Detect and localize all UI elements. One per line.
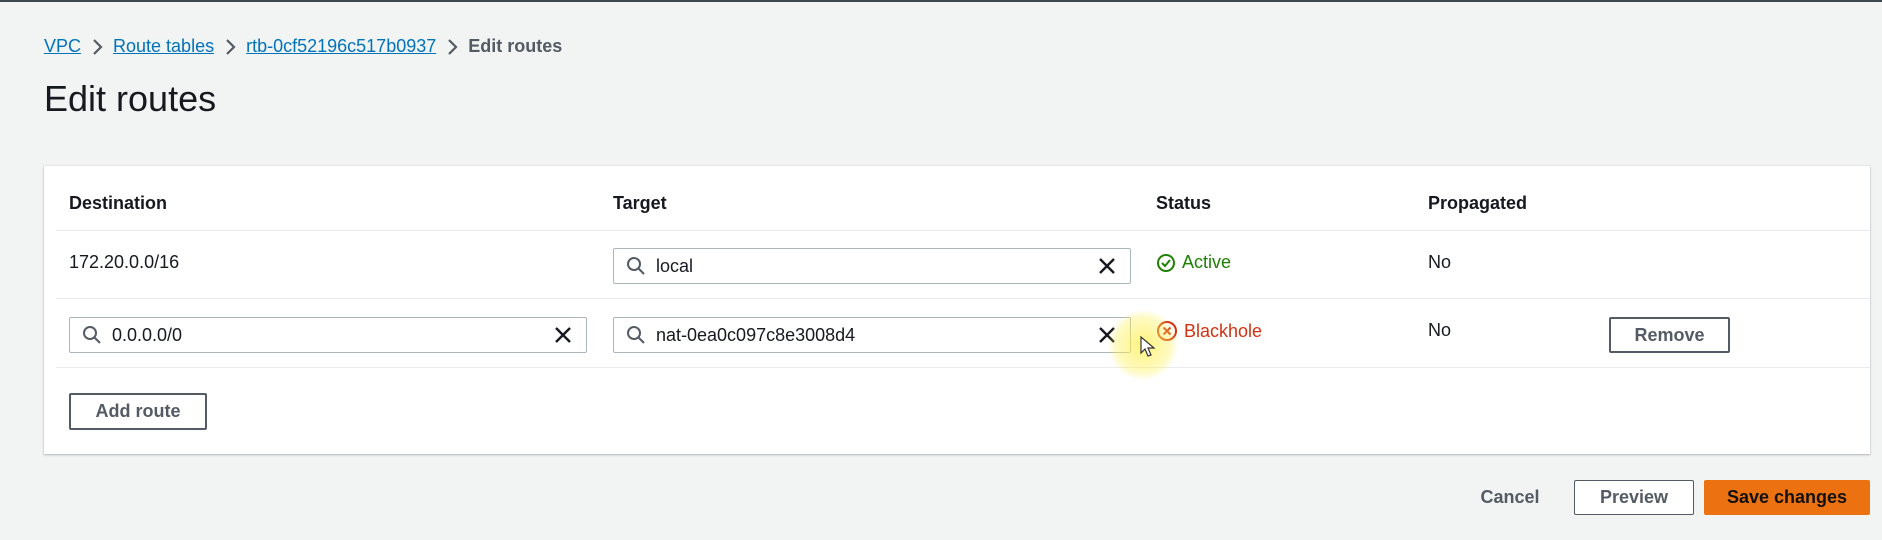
route-destination-1: 172.20.0.0/16 — [69, 252, 180, 272]
chevron-right-icon — [81, 38, 113, 56]
chevron-right-icon — [214, 38, 246, 56]
cancel-button[interactable]: Cancel — [1470, 480, 1550, 514]
status-badge-1: Active — [1156, 252, 1231, 273]
destination-value-2: 0.0.0.0/0 — [112, 324, 183, 345]
preview-button[interactable]: Preview — [1574, 480, 1694, 515]
routes-table: Destination Target Status Propagated 172… — [44, 166, 1870, 454]
header-status: Status — [1156, 193, 1212, 213]
status-active-icon — [1157, 253, 1175, 272]
target-value-2: nat-0ea0c097c8e3008d4 — [656, 324, 856, 345]
save-changes-button[interactable]: Save changes — [1704, 480, 1870, 515]
breadcrumb: VPC Route tables rtb-0cf52196c517b0937 E… — [44, 36, 562, 57]
propagated-value-1: No — [1428, 252, 1452, 272]
add-route-button[interactable]: Add route — [69, 393, 207, 430]
search-icon — [627, 257, 645, 275]
propagated-value-2: No — [1428, 320, 1452, 340]
target-value-1: local — [656, 255, 694, 276]
top-border — [0, 0, 1882, 2]
header-propagated: Propagated — [1428, 193, 1528, 213]
divider — [56, 230, 1870, 231]
page-title: Edit routes — [44, 78, 217, 119]
clear-icon[interactable] — [1096, 255, 1118, 277]
search-icon — [83, 326, 101, 344]
target-input-1[interactable]: local — [613, 248, 1131, 284]
chevron-right-icon — [436, 38, 468, 56]
remove-button[interactable]: Remove — [1609, 317, 1730, 353]
header-destination: Destination — [69, 193, 168, 213]
status-label-1: Active — [1182, 252, 1232, 272]
destination-input-2[interactable]: 0.0.0.0/0 — [69, 317, 587, 353]
breadcrumb-route-table-id[interactable]: rtb-0cf52196c517b0937 — [246, 36, 436, 57]
breadcrumb-vpc[interactable]: VPC — [44, 36, 81, 57]
target-input-2[interactable]: nat-0ea0c097c8e3008d4 — [613, 317, 1131, 353]
breadcrumb-current: Edit routes — [468, 36, 563, 56]
search-icon — [627, 326, 645, 344]
breadcrumb-route-tables[interactable]: Route tables — [113, 36, 214, 57]
header-target: Target — [613, 193, 667, 213]
status-label-2: Blackhole — [1184, 320, 1263, 341]
divider — [56, 367, 1870, 368]
divider — [56, 298, 1870, 299]
cursor-icon — [1140, 336, 1156, 357]
clear-icon[interactable] — [552, 324, 574, 346]
